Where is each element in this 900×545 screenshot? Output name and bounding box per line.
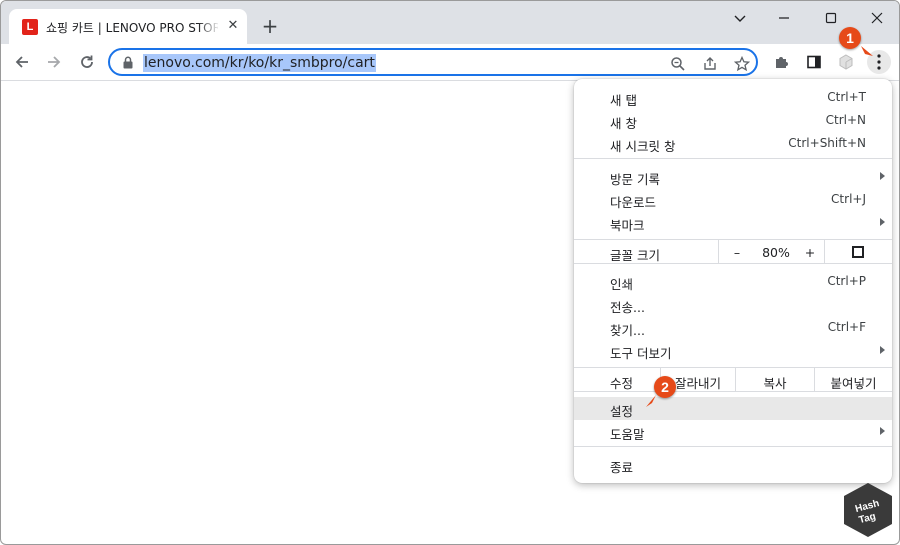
forward-button[interactable] [41, 50, 67, 74]
paste-button[interactable]: 붙여넣기 [815, 373, 892, 392]
submenu-arrow-icon [880, 346, 885, 354]
reload-button[interactable] [74, 50, 100, 74]
url-text[interactable]: lenovo.com/kr/ko/kr_smbpro/cart [143, 54, 376, 72]
tab-strip: L 쇼핑 카트 | LENOVO PRO STORE ✕ + [1, 1, 899, 44]
menu-item-cast[interactable]: 전송... [574, 293, 892, 316]
menu-item-bookmarks[interactable]: 북마크 [574, 211, 892, 234]
copy-button[interactable]: 복사 [736, 373, 814, 392]
extensions-puzzle-icon[interactable] [771, 51, 793, 73]
menu-item-incognito[interactable]: 새 시크릿 창 Ctrl+Shift+N [574, 132, 892, 155]
maximize-button[interactable] [816, 7, 846, 29]
tab-close-icon[interactable]: ✕ [225, 18, 241, 34]
menu-item-find[interactable]: 찾기... Ctrl+F [574, 316, 892, 339]
menu-divider [574, 446, 892, 447]
edit-row: 수정 잘라내기 복사 붙여넣기 [574, 367, 892, 392]
chrome-menu: 새 탭 Ctrl+T 새 창 Ctrl+N 새 시크릿 창 Ctrl+Shift… [574, 79, 892, 483]
menu-item-downloads[interactable]: 다운로드 Ctrl+J [574, 188, 892, 211]
profile-avatar-icon[interactable] [835, 51, 857, 73]
hashtag-watermark-logo: Hash Tag [841, 481, 895, 539]
new-tab-button[interactable]: + [259, 15, 281, 37]
zoom-out-button[interactable]: – [726, 245, 748, 260]
back-button[interactable] [9, 50, 35, 74]
share-icon[interactable] [700, 54, 720, 74]
tab-lenovo-cart[interactable]: L 쇼핑 카트 | LENOVO PRO STORE ✕ [9, 9, 247, 44]
menu-item-history[interactable]: 방문 기록 [574, 165, 892, 188]
lock-icon[interactable] [122, 56, 134, 69]
menu-item-settings[interactable]: 설정 [574, 397, 892, 420]
menu-divider [574, 158, 892, 159]
minimize-button[interactable] [769, 7, 799, 29]
bookmark-star-icon[interactable] [732, 54, 752, 74]
tab-title: 쇼핑 카트 | LENOVO PRO STORE [46, 21, 218, 35]
menu-item-print[interactable]: 인쇄 Ctrl+P [574, 270, 892, 293]
close-window-button[interactable] [862, 7, 892, 29]
submenu-arrow-icon [880, 427, 885, 435]
menu-item-help[interactable]: 도움말 [574, 420, 892, 443]
fullscreen-icon[interactable] [852, 246, 864, 258]
tab-search-dropdown-icon[interactable] [725, 7, 755, 29]
callout-pointer-icon [861, 46, 873, 56]
zoom-value: 80% [762, 245, 790, 260]
zoom-row: 글꼴 크기 – 80% + [574, 239, 892, 264]
address-bar[interactable]: lenovo.com/kr/ko/kr_smbpro/cart [108, 48, 758, 76]
submenu-arrow-icon [880, 172, 885, 180]
side-panel-icon[interactable] [803, 51, 825, 73]
callout-badge-1: 1 [839, 27, 861, 49]
zoom-in-button[interactable]: + [800, 245, 820, 260]
menu-item-more-tools[interactable]: 도구 더보기 [574, 339, 892, 362]
menu-item-new-tab[interactable]: 새 탭 Ctrl+T [574, 86, 892, 109]
submenu-arrow-icon [880, 218, 885, 226]
lenovo-favicon-icon: L [22, 19, 38, 35]
menu-item-new-window[interactable]: 새 창 Ctrl+N [574, 109, 892, 132]
browser-window: L 쇼핑 카트 | LENOVO PRO STORE ✕ + lenovo.co… [0, 0, 900, 545]
zoom-icon[interactable] [668, 54, 688, 74]
callout-pointer-icon [646, 395, 656, 407]
toolbar: lenovo.com/kr/ko/kr_smbpro/cart [1, 44, 899, 81]
menu-item-exit[interactable]: 종료 [574, 453, 892, 476]
